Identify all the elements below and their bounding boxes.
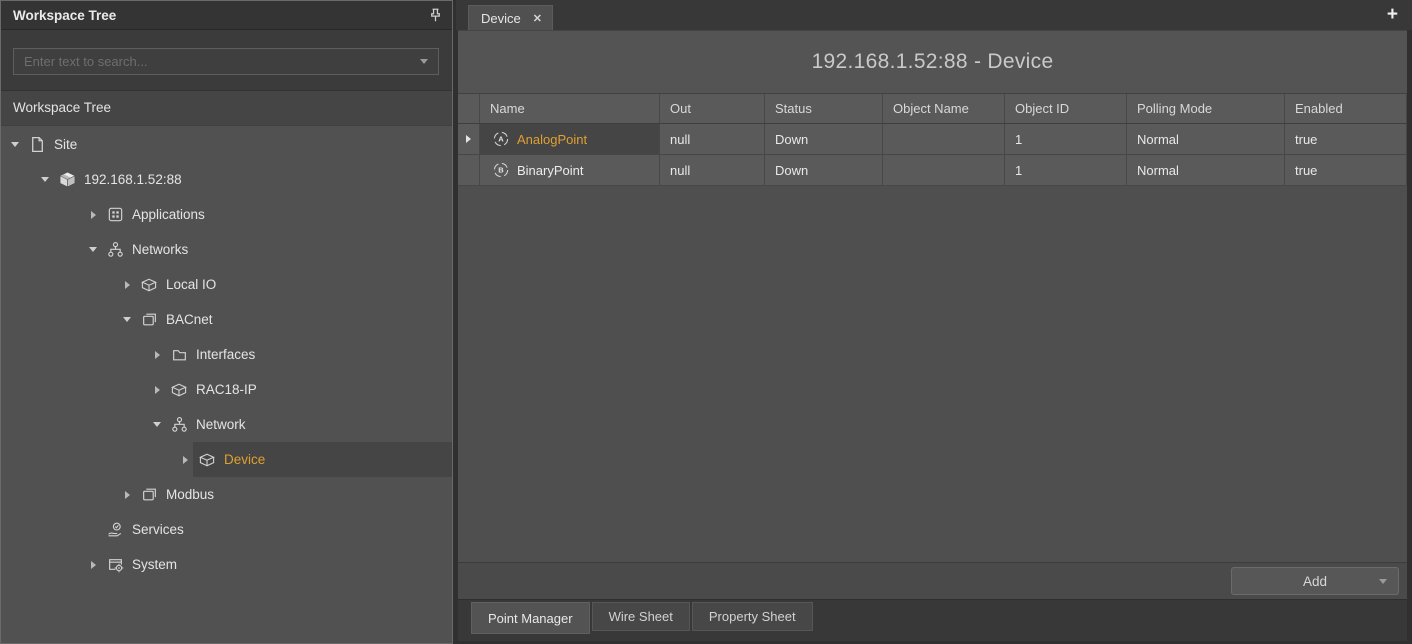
expander-icon[interactable] — [177, 456, 193, 464]
expander-icon[interactable] — [119, 317, 135, 322]
cell-polling-mode[interactable]: Normal — [1127, 124, 1285, 154]
services-icon — [105, 520, 125, 540]
cell-enabled[interactable]: true — [1285, 155, 1407, 185]
expander-icon[interactable] — [149, 386, 165, 394]
main-panel: Device ✕ + 192.168.1.52:88 - Device Name… — [456, 0, 1412, 644]
cell-enabled[interactable]: true — [1285, 124, 1407, 154]
header-object-id[interactable]: Object ID — [1005, 94, 1127, 123]
apps-icon — [105, 205, 125, 225]
point-name: BinaryPoint — [517, 163, 583, 178]
add-button-label: Add — [1303, 574, 1327, 589]
tab-device[interactable]: Device ✕ — [468, 5, 553, 30]
folder-icon — [169, 345, 189, 365]
header-selector — [458, 94, 480, 123]
add-button[interactable]: Add — [1231, 567, 1399, 595]
point-manager-view: 192.168.1.52:88 - Device Name Out Status… — [458, 30, 1407, 641]
cell-object-name[interactable] — [883, 155, 1005, 185]
tab-property-sheet[interactable]: Property Sheet — [692, 602, 813, 631]
expander-icon[interactable] — [85, 211, 101, 219]
svg-text:B: B — [498, 166, 504, 175]
header-status[interactable]: Status — [765, 94, 883, 123]
document-icon — [27, 135, 47, 155]
document-tab-strip: Device ✕ + — [456, 0, 1412, 30]
tree-item-networks[interactable]: Networks — [1, 232, 452, 267]
expander-icon[interactable] — [37, 177, 53, 182]
tree-item-interfaces[interactable]: Interfaces — [1, 337, 452, 372]
tree-item-modbus[interactable]: Modbus — [1, 477, 452, 512]
expander-icon[interactable] — [85, 561, 101, 569]
svg-text:A: A — [498, 135, 504, 144]
new-tab-button[interactable]: + — [1373, 3, 1412, 27]
cell-status[interactable]: Down — [765, 124, 883, 154]
header-name[interactable]: Name — [480, 94, 660, 123]
view-tab-strip: Point Manager Wire Sheet Property Sheet — [458, 599, 1407, 641]
table-row[interactable]: A AnalogPoint null Down 1 Normal true — [458, 124, 1407, 155]
cell-name[interactable]: A AnalogPoint — [480, 124, 660, 154]
row-indicator-icon — [466, 135, 471, 143]
workspace-tree-panel: Workspace Tree Workspace Tree Site — [0, 0, 453, 644]
cell-object-id[interactable]: 1 — [1005, 124, 1127, 154]
point-name: AnalogPoint — [517, 132, 587, 147]
stack-icon — [139, 310, 159, 330]
tree-item-controller[interactable]: 192.168.1.52:88 — [1, 162, 452, 197]
controller-icon — [57, 170, 77, 190]
row-selector[interactable] — [458, 155, 480, 185]
header-polling-mode[interactable]: Polling Mode — [1127, 94, 1285, 123]
pin-icon[interactable] — [429, 8, 442, 23]
panel-title: Workspace Tree — [13, 8, 429, 23]
table-row[interactable]: B BinaryPoint null Down 1 Normal true — [458, 155, 1407, 186]
tree-item-applications[interactable]: Applications — [1, 197, 452, 232]
row-selector[interactable] — [458, 124, 480, 154]
expander-icon[interactable] — [149, 351, 165, 359]
device-cube-icon — [139, 275, 159, 295]
bottom-toolbar: Add — [458, 562, 1407, 599]
tab-label: Device — [481, 11, 521, 26]
tab-wire-sheet[interactable]: Wire Sheet — [592, 602, 690, 631]
tree-item-bacnet[interactable]: BACnet — [1, 302, 452, 337]
tree-item-system[interactable]: System — [1, 547, 452, 582]
chevron-down-icon[interactable] — [420, 59, 428, 64]
chevron-down-icon[interactable] — [1379, 579, 1387, 584]
cell-out[interactable]: null — [660, 124, 765, 154]
search-input[interactable] — [24, 54, 420, 69]
tree-item-network[interactable]: Network — [1, 407, 452, 442]
system-icon — [105, 555, 125, 575]
cell-object-name[interactable] — [883, 124, 1005, 154]
device-cube-icon — [169, 380, 189, 400]
cell-status[interactable]: Down — [765, 155, 883, 185]
tree-item-services[interactable]: Services — [1, 512, 452, 547]
analog-point-icon: A — [492, 130, 510, 148]
device-cube-icon — [197, 450, 217, 470]
stack-icon — [139, 485, 159, 505]
expander-icon[interactable] — [85, 247, 101, 252]
expander-icon[interactable] — [119, 281, 135, 289]
close-icon[interactable]: ✕ — [533, 12, 542, 25]
cell-out[interactable]: null — [660, 155, 765, 185]
cell-polling-mode[interactable]: Normal — [1127, 155, 1285, 185]
expander-icon[interactable] — [7, 142, 23, 147]
table-header-row: Name Out Status Object Name Object ID Po… — [458, 93, 1407, 124]
header-out[interactable]: Out — [660, 94, 765, 123]
tab-point-manager[interactable]: Point Manager — [471, 602, 590, 634]
header-enabled[interactable]: Enabled — [1285, 94, 1407, 123]
workspace-tree-header: Workspace Tree — [1, 1, 452, 30]
tree-item-device[interactable]: Device — [1, 442, 452, 477]
tree-item-site[interactable]: Site — [1, 127, 452, 162]
expander-icon[interactable] — [119, 491, 135, 499]
view-title: 192.168.1.52:88 - Device — [458, 31, 1407, 93]
search-combo[interactable] — [13, 48, 439, 75]
tree-item-local-io[interactable]: Local IO — [1, 267, 452, 302]
expander-icon[interactable] — [149, 422, 165, 427]
search-strip — [1, 30, 452, 91]
tree-section-label: Workspace Tree — [1, 91, 452, 126]
header-object-name[interactable]: Object Name — [883, 94, 1005, 123]
network-icon — [105, 240, 125, 260]
cell-object-id[interactable]: 1 — [1005, 155, 1127, 185]
tree-item-rac18-ip[interactable]: RAC18-IP — [1, 372, 452, 407]
cell-name[interactable]: B BinaryPoint — [480, 155, 660, 185]
workspace-tree: Site 192.168.1.52:88 — [1, 126, 452, 643]
binary-point-icon: B — [492, 161, 510, 179]
table-empty-area — [458, 186, 1407, 562]
network-icon — [169, 415, 189, 435]
